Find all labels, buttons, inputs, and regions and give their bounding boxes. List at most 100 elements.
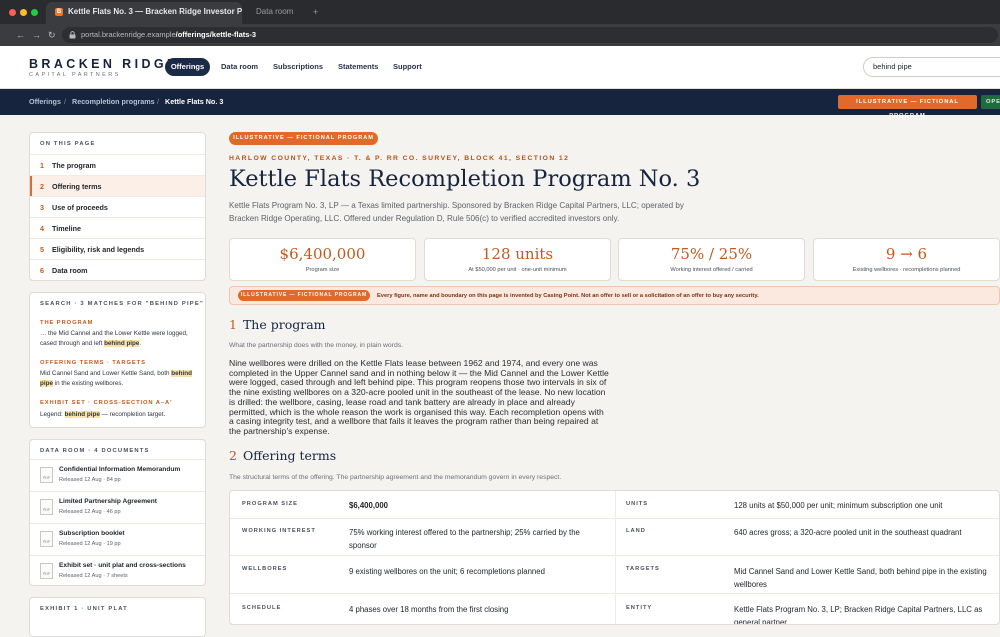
row-divider (230, 555, 999, 556)
breadcrumb: Offerings / Recompletion programs / Kett… (0, 89, 1000, 119)
search-result-title[interactable]: THE PROGRAM (40, 320, 93, 326)
search-highlight: behind pipe (64, 411, 100, 418)
toc-label: Eligibility, risk and legends (52, 245, 145, 254)
close-window-button[interactable] (9, 9, 16, 16)
search-input[interactable]: behind pipe (863, 57, 1000, 77)
breadcrumb-recompletion-programs[interactable]: Recompletion programs (72, 89, 155, 115)
search-result-snippet[interactable]: Legend: behind pipe — recompletion targe… (40, 410, 200, 420)
toc-heading: ON THIS PAGE (40, 141, 96, 147)
term-value: 75% working interest offered to the part… (349, 528, 580, 550)
nav-offerings[interactable]: Offerings (165, 58, 210, 76)
document-title: Exhibit set · unit plat and cross-sectio… (59, 562, 186, 569)
toc-label: The program (52, 161, 96, 170)
toc-item-offering-terms[interactable]: 2 Offering terms (30, 175, 205, 197)
document-meta: Released 12 Aug · 46 pp (59, 509, 121, 515)
column-divider (615, 491, 616, 624)
toc-item-timeline[interactable]: 4 Timeline (30, 217, 205, 238)
breadcrumb-current: Kettle Flats No. 3 (165, 97, 224, 106)
stat-card-working-interest: 75% / 25% Working interest offered / car… (618, 238, 805, 281)
term-value: Kettle Flats Program No. 3, LP; Bracken … (734, 605, 983, 625)
document-meta: Released 12 Aug · 7 sheets (59, 573, 128, 579)
address-bar: ← → ↻ portal.brackenridge.example/offeri… (0, 24, 1000, 46)
stat-value: $6,400,000 (279, 245, 366, 263)
nav-data-room[interactable]: Data room (221, 58, 258, 76)
favicon-icon: B (55, 8, 63, 16)
toc-active-indicator (30, 176, 32, 197)
toc-number: 5 (40, 245, 44, 254)
document-title: Confidential Information Memorandum (59, 466, 181, 473)
section-number: 1 (229, 317, 237, 332)
search-result-snippet[interactable]: … the Mid Cannel and the Lower Kettle we… (40, 329, 200, 349)
search-highlight: behind pipe (104, 340, 140, 347)
search-result-title[interactable]: EXHIBIT SET · CROSS-SECTION A–A′ (40, 400, 172, 406)
term-value: 9 existing wellbores on the unit; 6 reco… (349, 567, 545, 576)
breadcrumb-separator: / (64, 97, 66, 106)
stat-value: 9 → 6 (885, 245, 928, 263)
document-row[interactable]: PDF Subscription booklet Released 12 Aug… (30, 523, 205, 555)
url-path: /offerings/kettle-flats-3 (175, 30, 257, 39)
term-value: Mid Cannel Sand and Lower Kettle Sand, b… (734, 567, 987, 589)
search-results-card: SEARCH · 3 MATCHES FOR "BEHIND PIPE" THE… (29, 292, 206, 428)
toc-number: 6 (40, 266, 44, 275)
snippet-text: Mid Cannel Sand and Lower Kettle Sand, b… (40, 370, 172, 377)
minimize-window-button[interactable] (20, 9, 27, 16)
document-meta: Released 12 Aug · 19 pp (59, 541, 121, 547)
logo[interactable]: BRACKEN RIDGE (29, 57, 179, 71)
document-row[interactable]: PDF Exhibit set · unit plat and cross-se… (30, 555, 205, 585)
tab-title: Kettle Flats No. 3 — Bracken Ridge Inves… (68, 7, 242, 16)
back-icon[interactable]: ← (16, 28, 25, 42)
toc-number: 1 (40, 161, 44, 170)
nav-statements[interactable]: Statements (338, 58, 378, 76)
offering-terms-table: PROGRAM SIZE $6,400,000 UNITS 128 units … (229, 490, 1000, 625)
nav-support[interactable]: Support (393, 58, 422, 76)
stat-caption: Program size (305, 267, 340, 273)
term-key: UNITS (626, 501, 649, 507)
data-room-card: DATA ROOM · 4 DOCUMENTS PDF Confidential… (29, 439, 206, 586)
document-title: Limited Partnership Agreement (59, 498, 157, 505)
document-row[interactable]: PDF Confidential Information Memorandum … (30, 459, 205, 491)
stat-caption: At $50,000 per unit · one-unit minimum (468, 267, 567, 273)
term-key: WORKING INTEREST (242, 528, 316, 534)
toc-label: Data room (52, 266, 88, 275)
toc-item-use-of-proceeds[interactable]: 3 Use of proceeds (30, 196, 205, 217)
breadcrumb-separator: / (157, 97, 159, 106)
page-title: Kettle Flats Recompletion Program No. 3 (229, 166, 701, 192)
toc-item-data-room[interactable]: 6 Data room (30, 259, 205, 280)
tab-active[interactable]: B Kettle Flats No. 3 — Bracken Ridge Inv… (46, 2, 242, 24)
search-result-snippet[interactable]: Mid Cannel Sand and Lower Kettle Sand, b… (40, 369, 200, 389)
nav-subscriptions[interactable]: Subscriptions (273, 58, 323, 76)
toc-item-the-program[interactable]: 1 The program (30, 154, 205, 175)
site-header: BRACKEN RIDGE CAPITAL PARTNERS Offerings… (0, 46, 1000, 89)
term-value: $6,400,000 (349, 501, 389, 510)
page-lede: Kettle Flats Program No. 3, LP — a Texas… (229, 201, 684, 223)
toc-label: Offering terms (52, 182, 102, 191)
search-result-title[interactable]: OFFERING TERMS · TARGETS (40, 360, 146, 366)
pdf-icon: PDF (40, 467, 53, 483)
toc-label: Use of proceeds (52, 203, 108, 212)
toc-number: 2 (40, 182, 44, 191)
search-results-heading: SEARCH · 3 MATCHES FOR "BEHIND PIPE" (40, 301, 204, 307)
section-title: Offering terms (242, 448, 337, 463)
snippet-text: — recompletion target. (99, 411, 166, 418)
toc-item-eligibility[interactable]: 5 Eligibility, risk and legends (30, 238, 205, 259)
document-row[interactable]: PDF Limited Partnership Agreement Releas… (30, 491, 205, 523)
stat-card-program-size: $6,400,000 Program size (229, 238, 416, 281)
forward-icon[interactable]: → (32, 28, 41, 42)
term-key: TARGETS (626, 566, 660, 572)
stat-value: 128 units (481, 245, 554, 263)
new-tab-button[interactable]: + (313, 2, 318, 22)
lock-icon (69, 31, 76, 39)
term-value: 128 units at $50,000 per unit; minimum s… (734, 501, 943, 510)
snippet-text: Legend: (40, 411, 65, 418)
browser-tab-bar: B Kettle Flats No. 3 — Bracken Ridge Inv… (0, 0, 1000, 24)
term-value: 4 phases over 18 months from the first c… (349, 605, 509, 614)
stat-value: 75% / 25% (670, 245, 753, 263)
breadcrumb-offerings[interactable]: Offerings (29, 89, 61, 115)
fictional-notice: ILLUSTRATIVE — FICTIONAL PROGRAM Every f… (229, 286, 1000, 305)
reload-icon[interactable]: ↻ (48, 28, 56, 42)
url-field[interactable]: portal.brackenridge.example/offerings/ke… (62, 27, 998, 43)
tab-data-room[interactable]: Data room (256, 2, 293, 22)
document-meta: Released 12 Aug · 84 pp (59, 477, 121, 483)
stat-caption: Working interest offered / carried (670, 267, 753, 273)
maximize-window-button[interactable] (31, 9, 38, 16)
